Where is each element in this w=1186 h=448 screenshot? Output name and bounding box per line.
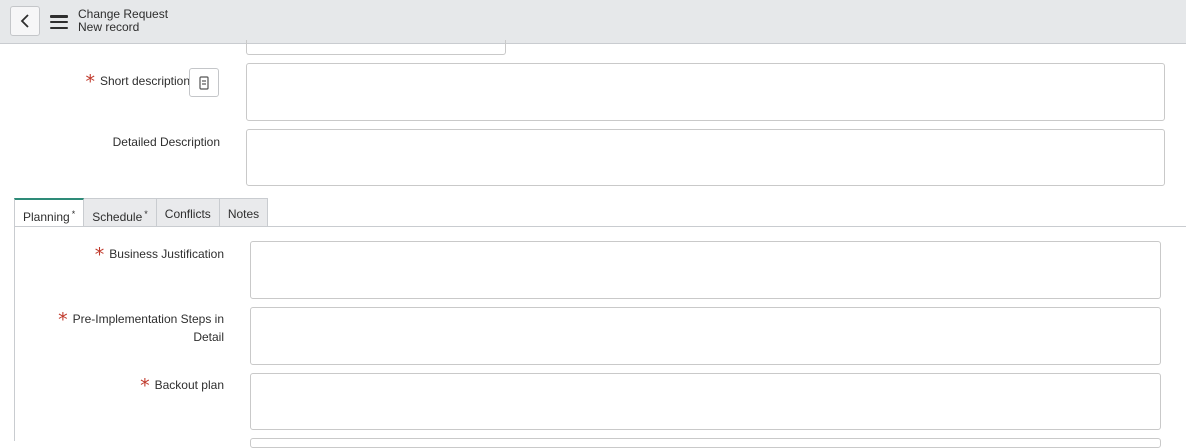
short-description-field[interactable]: [246, 63, 1165, 121]
backout-plan-field[interactable]: [250, 373, 1161, 430]
form-tabs: Planning * Schedule * Conflicts Notes: [14, 198, 269, 227]
template-icon: [199, 75, 209, 90]
business-justification-field[interactable]: [250, 241, 1161, 299]
required-icon: *: [58, 309, 68, 331]
tab-planning[interactable]: Planning *: [14, 198, 85, 227]
pre-implementation-label: * Pre-Implementation Steps in Detail: [40, 311, 224, 346]
back-button[interactable]: [10, 6, 40, 36]
page-subtitle: New record: [78, 20, 140, 34]
detailed-description-field[interactable]: [246, 129, 1165, 186]
tab-divider: [14, 226, 1186, 227]
form-header: Change Request New record: [0, 0, 1186, 44]
required-icon: *: [94, 244, 105, 266]
pre-implementation-label-line2: Detail: [193, 330, 224, 344]
short-description-label: * Short description: [85, 71, 190, 93]
partial-field-above[interactable]: [246, 40, 506, 55]
chevron-left-icon: [20, 14, 29, 28]
header-title-block: Change Request New record: [78, 8, 168, 34]
backout-plan-label: * Backout plan: [140, 375, 224, 397]
tab-conflicts[interactable]: Conflicts: [156, 198, 220, 227]
tab-notes[interactable]: Notes: [219, 198, 269, 227]
tab-panel-border: [14, 227, 15, 441]
template-button[interactable]: [189, 68, 219, 97]
hamburger-icon[interactable]: [50, 15, 68, 29]
pre-implementation-field[interactable]: [250, 307, 1161, 365]
next-field-partial[interactable]: [250, 438, 1161, 448]
detailed-description-label: Detailed Description: [112, 135, 220, 149]
required-icon: *: [85, 71, 95, 93]
business-justification-label: * Business Justification: [94, 244, 224, 266]
required-icon: *: [140, 375, 150, 397]
tab-schedule[interactable]: Schedule *: [84, 198, 157, 227]
